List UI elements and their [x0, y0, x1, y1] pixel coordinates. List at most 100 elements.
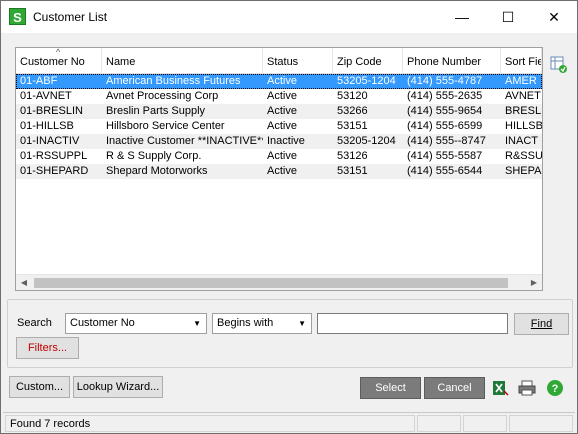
search-field-select[interactable]: Customer No ▼	[65, 313, 207, 334]
scrollbar-thumb[interactable]	[34, 278, 508, 288]
cell-name: American Business Futures	[106, 75, 241, 87]
minimize-button[interactable]: —	[439, 1, 485, 33]
status-segment	[417, 415, 461, 432]
find-label: Find	[530, 318, 553, 330]
cell-zip: 53120	[337, 90, 368, 102]
table-row[interactable]: 01-SHEPARD Shepard Motorworks Active 531…	[16, 164, 542, 179]
cell-customer-no: 01-INACTIV	[20, 135, 80, 147]
cell-name: Shepard Motorworks	[106, 165, 208, 177]
cell-customer-no: 01-RSSUPPL	[20, 150, 88, 162]
cell-status: Active	[267, 120, 297, 132]
export-excel-button[interactable]	[489, 377, 511, 399]
title-bar[interactable]: S Customer List — ☐ ✕	[1, 1, 577, 33]
table-row[interactable]: 01-RSSUPPL R & S Supply Corp. Active 531…	[16, 149, 542, 164]
search-field-value: Customer No	[70, 317, 135, 329]
cell-phone: (414) 555-9654	[407, 105, 483, 117]
column-header-status[interactable]: Status	[263, 48, 333, 74]
cell-status: Active	[267, 90, 297, 102]
cell-customer-no: 01-ABF	[20, 75, 58, 87]
custom-label: Custom...	[15, 381, 64, 393]
close-icon: ✕	[548, 8, 560, 25]
column-header-phone-number[interactable]: Phone Number	[403, 48, 501, 74]
cell-zip: 53126	[337, 150, 368, 162]
cell-status: Active	[267, 165, 297, 177]
print-button[interactable]	[516, 377, 538, 399]
cell-sort: SHEPAR	[505, 165, 542, 177]
minimize-icon: —	[455, 9, 469, 25]
column-header-label: Name	[106, 56, 136, 68]
search-input[interactable]	[317, 313, 508, 334]
maximize-icon: ☐	[501, 8, 515, 25]
cell-phone: (414) 555-6599	[407, 120, 483, 132]
grid-header: ^ Customer No Name Status Zip Code Phone…	[16, 48, 542, 74]
cell-customer-no: 01-AVNET	[20, 90, 72, 102]
sort-ascending-icon: ^	[56, 48, 61, 57]
horizontal-scrollbar[interactable]: ◀ ▶	[16, 274, 542, 290]
cell-sort: AMER	[505, 75, 537, 87]
column-header-name[interactable]: Name	[102, 48, 263, 74]
search-operator-select[interactable]: Begins with ▼	[212, 313, 312, 334]
cell-sort: INACT	[505, 135, 538, 147]
cell-name: Avnet Processing Corp	[106, 90, 219, 102]
cell-status: Active	[267, 150, 297, 162]
cell-name: Hillsboro Service Center	[106, 120, 225, 132]
search-label: Search	[17, 317, 52, 329]
scroll-left-icon[interactable]: ◀	[16, 275, 32, 290]
cell-zip: 53266	[337, 105, 368, 117]
window-title: Customer List	[33, 10, 108, 24]
custom-button[interactable]: Custom...	[9, 376, 70, 398]
table-row[interactable]: 01-AVNET Avnet Processing Corp Active 53…	[16, 89, 542, 104]
cell-sort: BRESLIN	[505, 105, 542, 117]
cell-status: Active	[267, 75, 297, 87]
cell-customer-no: 01-BRESLIN	[20, 105, 83, 117]
column-header-label: Status	[267, 56, 299, 68]
column-header-customer-no[interactable]: ^ Customer No	[16, 48, 102, 74]
select-label: Select	[375, 382, 406, 394]
filters-label: Filters...	[27, 342, 68, 354]
customer-grid[interactable]: ^ Customer No Name Status Zip Code Phone…	[15, 47, 543, 291]
cell-phone: (414) 555--8747	[407, 135, 486, 147]
cell-phone: (414) 555-4787	[407, 75, 483, 87]
excel-export-icon	[493, 381, 509, 396]
cell-phone: (414) 555-2635	[407, 90, 483, 102]
column-header-sort-field[interactable]: Sort Fie	[501, 48, 542, 74]
cell-status: Active	[267, 105, 297, 117]
table-row[interactable]: 01-HILLSB Hillsboro Service Center Activ…	[16, 119, 542, 134]
cell-name: R & S Supply Corp.	[106, 150, 202, 162]
printer-icon	[518, 380, 536, 396]
column-header-zip-code[interactable]: Zip Code	[333, 48, 403, 74]
table-row[interactable]: 01-BRESLIN Breslin Parts Supply Active 5…	[16, 104, 542, 119]
close-button[interactable]: ✕	[531, 1, 577, 33]
status-segment	[463, 415, 507, 432]
lookup-wizard-button[interactable]: Lookup Wizard...	[73, 376, 163, 398]
status-segment	[509, 415, 573, 432]
table-row[interactable]: 01-ABF American Business Futures Active …	[16, 74, 542, 89]
column-header-label: Customer No	[20, 56, 85, 68]
status-bar: Found 7 records	[3, 412, 575, 433]
cell-sort: HILLSB	[505, 120, 542, 132]
cell-customer-no: 01-SHEPARD	[20, 165, 89, 177]
cancel-label: Cancel	[437, 382, 472, 394]
grid-settings-button[interactable]	[548, 54, 570, 76]
maximize-button[interactable]: ☐	[485, 1, 531, 33]
filters-button[interactable]: Filters...	[16, 337, 79, 359]
cancel-button[interactable]: Cancel	[424, 377, 485, 399]
column-header-label: Sort Fie	[505, 56, 542, 68]
cell-zip: 53151	[337, 165, 368, 177]
cell-name: Breslin Parts Supply	[106, 105, 206, 117]
app-icon: S	[9, 8, 26, 25]
cell-customer-no: 01-HILLSB	[20, 120, 74, 132]
scroll-right-icon[interactable]: ▶	[526, 275, 542, 290]
customer-list-window: S Customer List — ☐ ✕ ^ Customer No Name…	[0, 0, 578, 434]
lookup-wizard-label: Lookup Wizard...	[76, 381, 160, 393]
select-button[interactable]: Select	[360, 377, 421, 399]
help-button[interactable]: ?	[544, 377, 566, 399]
cell-sort: R&SSUI	[505, 150, 542, 162]
find-button[interactable]: Find	[514, 313, 569, 335]
cell-phone: (414) 555-6544	[407, 165, 483, 177]
cell-status: Inactive	[267, 135, 305, 147]
chevron-down-icon: ▼	[193, 319, 201, 328]
record-count: Found 7 records	[5, 415, 415, 432]
column-header-label: Zip Code	[337, 56, 382, 68]
table-row[interactable]: 01-INACTIV Inactive Customer **INACTIVE*…	[16, 134, 542, 149]
